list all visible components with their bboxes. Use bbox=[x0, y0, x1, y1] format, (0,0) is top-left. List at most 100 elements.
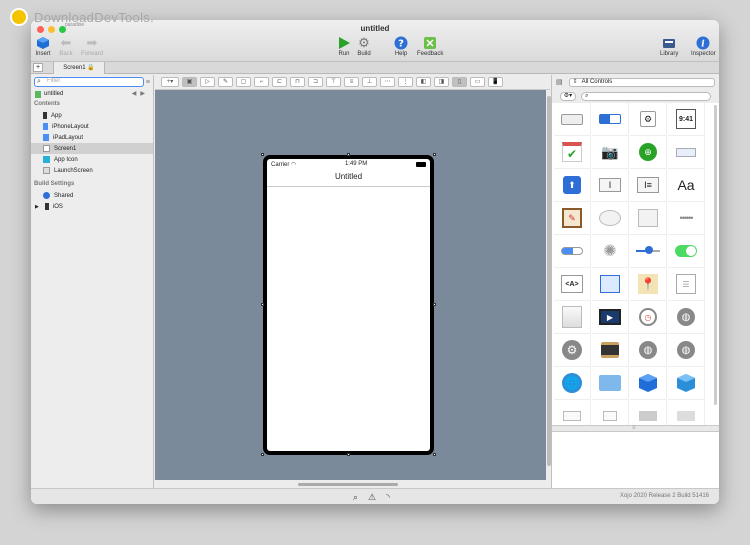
control-location[interactable]: ⊕ bbox=[630, 136, 667, 169]
control-canvas[interactable]: ✎ bbox=[554, 202, 591, 235]
control-folder[interactable] bbox=[592, 367, 629, 400]
control-page-indicator[interactable]: •••••• bbox=[668, 202, 705, 235]
control-object[interactable] bbox=[630, 367, 667, 400]
build-button[interactable]: ⚙ Build bbox=[356, 35, 372, 57]
resize-handle[interactable] bbox=[433, 303, 436, 306]
align-middle-icon[interactable]: ≡ bbox=[344, 77, 359, 87]
resize-handle[interactable] bbox=[261, 453, 264, 456]
library-button[interactable]: Library bbox=[660, 35, 678, 57]
control-rectangle[interactable] bbox=[630, 202, 667, 235]
canvas-horizontal-scrollbar[interactable] bbox=[155, 480, 550, 488]
run-button[interactable]: Run bbox=[336, 35, 352, 57]
control-thread[interactable]: ⚙ bbox=[554, 334, 591, 367]
search-icon[interactable]: ⌕ bbox=[353, 492, 358, 503]
control-camera[interactable]: 📷 bbox=[592, 136, 629, 169]
forward-button[interactable]: ➡ Forward bbox=[81, 35, 103, 57]
resize-handle[interactable] bbox=[347, 153, 350, 156]
align-right-icon[interactable]: ⊐ bbox=[308, 77, 323, 87]
sidebar-item-shared[interactable]: Shared bbox=[31, 190, 153, 201]
control-date-picker[interactable]: 9:41 bbox=[668, 103, 705, 136]
control-switch[interactable] bbox=[668, 235, 705, 268]
warning-icon[interactable]: ⚠ bbox=[368, 492, 376, 503]
sidebar-item-app[interactable]: App bbox=[31, 110, 153, 121]
align-center-icon[interactable]: ⊓ bbox=[290, 77, 305, 87]
resize-handle[interactable] bbox=[347, 453, 350, 456]
feed-icon[interactable]: ◝ bbox=[386, 492, 390, 503]
control-socket[interactable]: ◍ bbox=[668, 301, 705, 334]
filter-options-icon[interactable]: ≡ bbox=[146, 79, 150, 86]
align-bottom-icon[interactable]: ⊥ bbox=[362, 77, 377, 87]
control-spool[interactable] bbox=[592, 334, 629, 367]
library-splitter[interactable]: ≡ bbox=[552, 425, 719, 432]
sidebar-item-screen1[interactable]: Screen1 bbox=[31, 143, 153, 154]
library-search-input[interactable]: ⌕ bbox=[581, 91, 711, 101]
gear-menu-button[interactable]: ⚙▾ bbox=[560, 91, 576, 101]
control-segmented[interactable] bbox=[592, 103, 629, 136]
send-back-icon[interactable]: ◨ bbox=[434, 77, 449, 87]
iphone-screen[interactable]: Carrier ◠ 1:49 PM Untitled bbox=[263, 155, 434, 455]
sidebar-item-launchscreen[interactable]: LaunchScreen bbox=[31, 165, 153, 176]
resize-handle[interactable] bbox=[433, 153, 436, 156]
nav-arrows-icon[interactable]: ◀▶ bbox=[132, 90, 149, 97]
control-url-connection[interactable]: ◍ bbox=[630, 334, 667, 367]
control-textfield[interactable]: I bbox=[592, 169, 629, 202]
sidebar-item-ios[interactable]: ▶ iOS bbox=[31, 201, 153, 212]
sidebar-item-app-icon[interactable]: App Icon bbox=[31, 154, 153, 165]
control-card[interactable] bbox=[668, 136, 705, 169]
control-scroll-view[interactable] bbox=[554, 301, 591, 334]
control-movie-player[interactable]: ▶ bbox=[592, 301, 629, 334]
control-http-socket[interactable]: ◍ bbox=[668, 334, 705, 367]
control-module[interactable] bbox=[668, 367, 705, 400]
resize-handle[interactable] bbox=[433, 453, 436, 456]
inspector-button[interactable]: i Inspector bbox=[691, 35, 716, 57]
distribute-v-icon[interactable]: ⋮ bbox=[398, 77, 413, 87]
project-row[interactable]: untitled ◀▶ bbox=[31, 89, 153, 99]
resize-handle[interactable] bbox=[261, 303, 264, 306]
sidebar-item-iphonelayout[interactable]: iPhoneLayout bbox=[31, 121, 153, 132]
control-html-viewer[interactable]: <A> bbox=[554, 268, 591, 301]
library-scrollbar[interactable] bbox=[714, 105, 717, 405]
scroll-thumb[interactable] bbox=[298, 483, 398, 486]
control-table[interactable]: ☰ bbox=[668, 268, 705, 301]
resize-handle[interactable] bbox=[261, 153, 264, 156]
bring-front-icon[interactable]: ◧ bbox=[416, 77, 431, 87]
control-progress[interactable] bbox=[554, 235, 591, 268]
control-button[interactable] bbox=[554, 103, 591, 136]
sidebar-item-ipadlayout[interactable]: iPadLayout bbox=[31, 132, 153, 143]
distribute-h-icon[interactable]: ⋯ bbox=[380, 77, 395, 87]
control-map-viewer[interactable]: 📍 bbox=[630, 268, 667, 301]
control-oval[interactable] bbox=[592, 202, 629, 235]
list-view-icon[interactable]: ▤ bbox=[556, 78, 563, 86]
align-left-icon[interactable]: ⊏ bbox=[272, 77, 287, 87]
control-activity-indicator[interactable]: ✺ bbox=[592, 235, 629, 268]
insert-button[interactable]: Insert bbox=[35, 35, 51, 57]
feedback-button[interactable]: Feedback bbox=[417, 35, 443, 57]
control-textarea[interactable]: I≡ bbox=[630, 169, 667, 202]
add-tab-button[interactable]: + bbox=[33, 63, 43, 72]
layout-canvas[interactable]: Carrier ◠ 1:49 PM Untitled bbox=[155, 90, 546, 480]
pencil-icon[interactable]: ✎ bbox=[218, 77, 233, 87]
preview-button[interactable]: ▷ bbox=[200, 77, 215, 87]
back-button[interactable]: ⬅ Back bbox=[58, 35, 74, 57]
navigation-bar[interactable]: Untitled bbox=[267, 169, 430, 187]
control-settings[interactable]: ⚙ bbox=[630, 103, 667, 136]
control-slider[interactable] bbox=[630, 235, 667, 268]
align-top-icon[interactable]: ⊤ bbox=[326, 77, 341, 87]
control-container[interactable] bbox=[592, 268, 629, 301]
add-control-button[interactable]: +▾ bbox=[161, 77, 179, 87]
control-share[interactable]: ⬆ bbox=[554, 169, 591, 202]
control-web-globe[interactable]: 🌐 bbox=[554, 367, 591, 400]
controls-filter-select[interactable]: All Controls bbox=[568, 77, 715, 87]
lock-tool-icon[interactable]: ▢ bbox=[236, 77, 251, 87]
portrait-icon[interactable]: ▯ bbox=[452, 77, 467, 87]
control-label[interactable]: Aa bbox=[668, 169, 705, 202]
help-button[interactable]: ? Help bbox=[393, 35, 409, 57]
control-checkbox[interactable]: ✔ bbox=[554, 136, 591, 169]
control-timer[interactable]: ◷ bbox=[630, 301, 667, 334]
corner-tool-icon[interactable]: ⌐ bbox=[254, 77, 269, 87]
tab-screen1[interactable]: Screen1 🔒 bbox=[53, 62, 105, 74]
landscape-icon[interactable]: ▭ bbox=[470, 77, 485, 87]
filter-input[interactable]: ⌕ Filter bbox=[34, 77, 144, 87]
device-icon[interactable]: 📱 bbox=[488, 77, 503, 87]
layout-view-button[interactable]: ▣ bbox=[182, 77, 197, 87]
